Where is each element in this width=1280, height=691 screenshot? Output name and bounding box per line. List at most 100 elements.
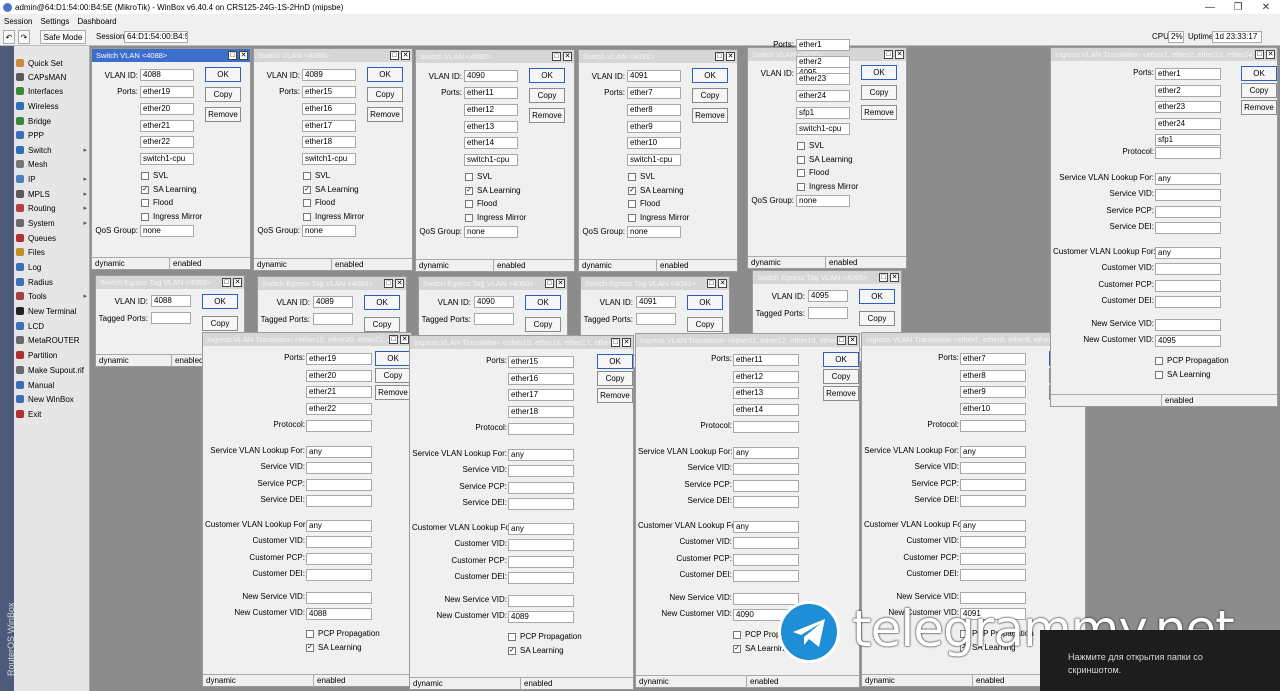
vlan-id-field[interactable]: 4088 — [151, 295, 191, 307]
port-field[interactable]: sfp1 — [796, 107, 850, 119]
minimize-icon[interactable]: — — [1196, 0, 1224, 14]
cvlf-field[interactable]: any — [508, 523, 574, 535]
protocol-field[interactable] — [960, 420, 1026, 432]
window-titlebar[interactable]: Switch VLAN <4088> — [92, 49, 250, 62]
cvlf-field[interactable]: any — [960, 520, 1026, 532]
close-icon[interactable]: ✕ — [563, 52, 572, 61]
port-field[interactable]: ether13 — [464, 121, 518, 133]
spcp-field[interactable] — [1155, 206, 1221, 218]
ok-button[interactable]: OK — [529, 68, 565, 83]
cpcp-field[interactable] — [960, 553, 1026, 565]
sa-learning-checkbox[interactable]: ✓ — [628, 186, 636, 195]
svlf-field[interactable]: any — [960, 446, 1026, 458]
protocol-field[interactable] — [306, 420, 372, 432]
ok-button[interactable]: OK — [525, 295, 561, 310]
port-field[interactable]: switch1-cpu — [627, 154, 681, 166]
svlf-field[interactable]: any — [306, 446, 372, 458]
ingress-mirror-checkbox[interactable] — [141, 212, 149, 221]
tagged-ports-field[interactable] — [474, 313, 514, 325]
spcp-field[interactable] — [960, 479, 1026, 491]
port-field[interactable]: ether2 — [796, 56, 850, 68]
copy-button[interactable]: Copy — [367, 87, 403, 102]
port-field[interactable]: ether19 — [306, 353, 372, 365]
window-titlebar[interactable]: Ingress VLAN Translation <ether1, ether2… — [1051, 48, 1277, 61]
ok-button[interactable]: OK — [202, 294, 238, 309]
vlan-id-field[interactable]: 4095 — [808, 290, 848, 302]
maximize-icon[interactable]: □ — [715, 52, 724, 61]
maximize-icon[interactable]: □ — [390, 51, 399, 60]
port-field[interactable]: ether19 — [140, 86, 194, 98]
svid-field[interactable] — [960, 462, 1026, 474]
cpcp-field[interactable] — [508, 556, 574, 568]
qos-group-field[interactable]: none — [140, 225, 194, 237]
ok-button[interactable]: OK — [692, 68, 728, 83]
sdei-field[interactable] — [960, 495, 1026, 507]
vlan-id-field[interactable]: 4089 — [313, 296, 353, 308]
sidebar-item[interactable]: Bridge — [14, 114, 90, 128]
tagged-ports-field[interactable] — [808, 307, 848, 319]
flood-checkbox[interactable] — [465, 200, 473, 208]
screenshot-notification[interactable]: Нажмите для открытия папки со скриншотом… — [1040, 630, 1280, 691]
port-field[interactable]: ether17 — [302, 120, 356, 132]
close-icon[interactable]: ✕ — [718, 279, 727, 288]
cvlf-field[interactable]: any — [1155, 247, 1221, 259]
ingress-mirror-checkbox[interactable] — [797, 182, 805, 191]
svlf-field[interactable]: any — [508, 449, 574, 461]
sa-learning-checkbox[interactable]: ✓ — [465, 186, 473, 195]
ok-button[interactable]: OK — [859, 289, 895, 304]
sa-learning-checkbox[interactable] — [1155, 371, 1163, 379]
cpcp-field[interactable] — [306, 553, 372, 565]
sidebar-item[interactable]: LCD — [14, 319, 90, 333]
port-field[interactable]: ether15 — [302, 86, 356, 98]
sdei-field[interactable] — [733, 496, 799, 508]
port-field[interactable]: ether1 — [1155, 68, 1221, 80]
sdei-field[interactable] — [1155, 222, 1221, 234]
menu-settings[interactable]: Settings — [40, 17, 69, 26]
port-field[interactable]: ether11 — [464, 87, 518, 99]
copy-button[interactable]: Copy — [823, 369, 859, 384]
copy-button[interactable]: Copy — [205, 87, 241, 102]
cvlf-field[interactable]: any — [733, 521, 799, 533]
maximize-icon[interactable]: □ — [389, 335, 398, 344]
qos-group-field[interactable]: none — [627, 226, 681, 238]
window-titlebar[interactable]: Switch VLAN <4091> — [579, 50, 737, 63]
maximize-icon[interactable]: □ — [879, 273, 888, 282]
port-field[interactable]: ether16 — [508, 373, 574, 385]
maximize-icon[interactable]: □ — [707, 279, 716, 288]
close-icon[interactable]: ✕ — [400, 335, 409, 344]
copy-button[interactable]: Copy — [859, 311, 895, 326]
session-field[interactable]: 64:D1:54:00:B4:5E — [124, 31, 188, 43]
close-icon[interactable]: ✕ — [890, 273, 899, 282]
nsvid-field[interactable] — [1155, 319, 1221, 331]
remove-button[interactable]: Remove — [692, 108, 728, 123]
port-field[interactable]: ether10 — [627, 137, 681, 149]
remove-button[interactable]: Remove — [529, 108, 565, 123]
ncvid-field[interactable]: 4088 — [306, 608, 372, 620]
svlf-field[interactable]: any — [1155, 173, 1221, 185]
port-field[interactable]: ether22 — [140, 136, 194, 148]
svl-checkbox[interactable] — [141, 172, 149, 180]
port-field[interactable]: ether18 — [508, 406, 574, 418]
tagged-ports-field[interactable] — [313, 313, 353, 325]
flood-checkbox[interactable] — [797, 169, 805, 177]
window-titlebar[interactable]: Ingress VLAN Translation <ether19, ether… — [203, 333, 411, 346]
sidebar-item[interactable]: Files — [14, 245, 90, 259]
maximize-icon[interactable]: □ — [222, 278, 231, 287]
sidebar-item[interactable]: Exit — [14, 407, 90, 421]
ingress-mirror-checkbox[interactable] — [465, 213, 473, 222]
menu-dashboard[interactable]: Dashboard — [77, 17, 116, 26]
cvid-field[interactable] — [960, 536, 1026, 548]
sidebar-item[interactable]: Partition — [14, 348, 90, 362]
svl-checkbox[interactable] — [797, 142, 805, 150]
ingress-mirror-checkbox[interactable] — [303, 212, 311, 221]
sidebar-item[interactable]: CAPsMAN — [14, 70, 90, 84]
close-icon[interactable]: ✕ — [401, 51, 410, 60]
port-field[interactable]: ether11 — [733, 354, 799, 366]
close-icon[interactable]: ✕ — [1252, 0, 1280, 14]
port-field[interactable]: ether12 — [733, 371, 799, 383]
cdei-field[interactable] — [1155, 296, 1221, 308]
ncvid-field[interactable]: 4089 — [508, 611, 574, 623]
maximize-icon[interactable]: □ — [545, 279, 554, 288]
window-titlebar[interactable]: Ingress VLAN Translation <ether15, ether… — [410, 336, 633, 349]
ok-button[interactable]: OK — [1241, 66, 1277, 81]
